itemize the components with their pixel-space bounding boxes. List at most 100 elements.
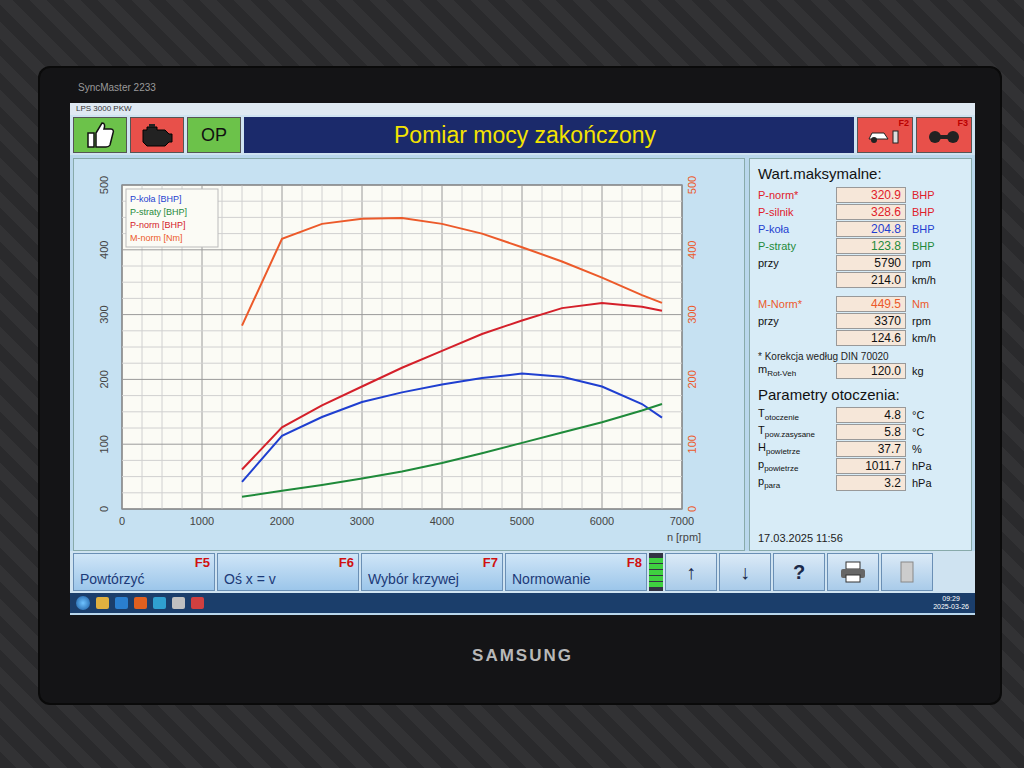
tool-button[interactable]: ? bbox=[773, 553, 825, 591]
grid-line bbox=[122, 508, 682, 509]
value-row: przy 3370 rpm bbox=[758, 313, 963, 329]
y-tick: 100 bbox=[98, 435, 110, 453]
value-row: 124.6 km/h bbox=[758, 330, 963, 346]
x-tick: 7000 bbox=[669, 515, 693, 527]
function-button[interactable]: F5 Powtórzyć bbox=[73, 553, 215, 591]
browser-icon[interactable] bbox=[115, 597, 128, 609]
car-icon bbox=[867, 125, 903, 145]
monitor-brand: SAMSUNG bbox=[472, 646, 573, 666]
folder-icon[interactable] bbox=[96, 597, 109, 609]
series-line bbox=[242, 373, 662, 481]
value-label: Hpowietrze bbox=[758, 441, 836, 456]
op-badge[interactable]: OP bbox=[187, 117, 241, 153]
value-label: mRot-Veh bbox=[758, 363, 836, 378]
function-button[interactable]: F7 Wybór krzywej bbox=[361, 553, 503, 591]
correction-note: * Korekcja według DIN 70020 bbox=[758, 351, 963, 362]
series-line bbox=[242, 218, 662, 326]
value-box: 3370 bbox=[836, 313, 906, 329]
value-row: P-norm* 320.9 BHP bbox=[758, 187, 963, 203]
mass-row: mRot-Veh 120.0 kg bbox=[758, 363, 963, 379]
value-row: P-straty 123.8 BHP bbox=[758, 238, 963, 254]
y2-tick: 100 bbox=[686, 435, 698, 453]
x-tick: 3000 bbox=[349, 515, 373, 527]
x-tick: 2000 bbox=[269, 515, 293, 527]
printer-icon bbox=[839, 561, 867, 583]
tool-button[interactable]: ↑ bbox=[665, 553, 717, 591]
rollers-f3-button[interactable]: F3 bbox=[916, 117, 972, 153]
media-icon[interactable] bbox=[134, 597, 147, 609]
ambient-row: Tpow.zasysane 5.8 °C bbox=[758, 424, 963, 440]
value-box: 1011.7 bbox=[836, 458, 906, 474]
exit-button[interactable] bbox=[881, 553, 933, 591]
function-key: F6 bbox=[339, 555, 354, 570]
thumbs-up-icon[interactable] bbox=[73, 117, 127, 153]
print-button[interactable] bbox=[827, 553, 879, 591]
value-label: P-norm* bbox=[758, 189, 836, 201]
tool-button[interactable]: ↓ bbox=[719, 553, 771, 591]
grid-line bbox=[122, 249, 682, 250]
legend-item: P-straty [BHP] bbox=[130, 207, 187, 217]
key-label: F2 bbox=[898, 118, 909, 128]
value-unit: °C bbox=[912, 426, 924, 438]
x-tick: 6000 bbox=[589, 515, 613, 527]
value-label: Totoczenie bbox=[758, 407, 836, 422]
grid-line bbox=[122, 459, 682, 460]
value-unit: % bbox=[912, 443, 922, 455]
app-icon[interactable] bbox=[191, 597, 204, 609]
value-unit: km/h bbox=[912, 274, 936, 286]
value-label: P-silnik bbox=[758, 206, 836, 218]
function-key: F8 bbox=[627, 555, 642, 570]
taskbar: 09:29 2025-03-26 bbox=[70, 593, 975, 613]
value-label: M-Norm* bbox=[758, 298, 836, 310]
value-box: 124.6 bbox=[836, 330, 906, 346]
value-unit: BHP bbox=[912, 223, 935, 235]
grid-line bbox=[122, 314, 682, 315]
value-box: 3.2 bbox=[836, 475, 906, 491]
edge-icon[interactable] bbox=[153, 597, 166, 609]
value-label: P-koła bbox=[758, 223, 836, 235]
value-box: 5.8 bbox=[836, 424, 906, 440]
y-tick: 500 bbox=[98, 175, 110, 193]
meter-icon bbox=[649, 553, 663, 591]
value-label: ppara bbox=[758, 475, 836, 490]
ambient-row: ppowietrze 1011.7 hPa bbox=[758, 458, 963, 474]
ambient-row: ppara 3.2 hPa bbox=[758, 475, 963, 491]
value-box: 320.9 bbox=[836, 187, 906, 203]
app-icon[interactable] bbox=[172, 597, 185, 609]
value-label: Tpow.zasysane bbox=[758, 424, 836, 439]
value-box: 204.8 bbox=[836, 221, 906, 237]
value-unit: BHP bbox=[912, 189, 935, 201]
grid-line bbox=[122, 443, 682, 444]
value-label: ppowietrze bbox=[758, 458, 836, 473]
bezel-bottom: SAMSUNG bbox=[70, 615, 975, 703]
clock-date: 2025-03-26 bbox=[933, 603, 969, 611]
room: SyncMaster 2233 LPS 3000 PKW OP Pomiar m… bbox=[0, 0, 1024, 768]
start-icon[interactable] bbox=[76, 596, 90, 610]
function-label: Normowanie bbox=[512, 572, 591, 587]
value-label: P-straty bbox=[758, 240, 836, 252]
y-tick: 200 bbox=[98, 370, 110, 388]
y2-tick: 500 bbox=[686, 175, 698, 193]
x-tick: 4000 bbox=[429, 515, 453, 527]
function-label: Oś x = v bbox=[224, 572, 276, 587]
car-f2-button[interactable]: F2 bbox=[857, 117, 913, 153]
ambient-row: Hpowietrze 37.7 % bbox=[758, 441, 963, 457]
grid-line bbox=[122, 297, 682, 298]
x-tick: 1000 bbox=[189, 515, 213, 527]
function-key: F5 bbox=[195, 555, 210, 570]
value-box: 37.7 bbox=[836, 441, 906, 457]
y-tick: 0 bbox=[98, 505, 110, 511]
clock: 09:29 2025-03-26 bbox=[933, 595, 969, 610]
function-button[interactable]: F8 Normowanie bbox=[505, 553, 647, 591]
x-tick: 5000 bbox=[509, 515, 533, 527]
value-box: 120.0 bbox=[836, 363, 906, 379]
value-unit: °C bbox=[912, 409, 924, 421]
grid-line bbox=[122, 411, 682, 412]
grid-line bbox=[122, 362, 682, 363]
function-button[interactable]: F6 Oś x = v bbox=[217, 553, 359, 591]
door-icon bbox=[899, 561, 915, 583]
y-tick: 300 bbox=[98, 305, 110, 323]
engine-icon[interactable] bbox=[130, 117, 184, 153]
legend-item: P-norm [BHP] bbox=[130, 220, 186, 230]
grid-line bbox=[122, 395, 682, 396]
